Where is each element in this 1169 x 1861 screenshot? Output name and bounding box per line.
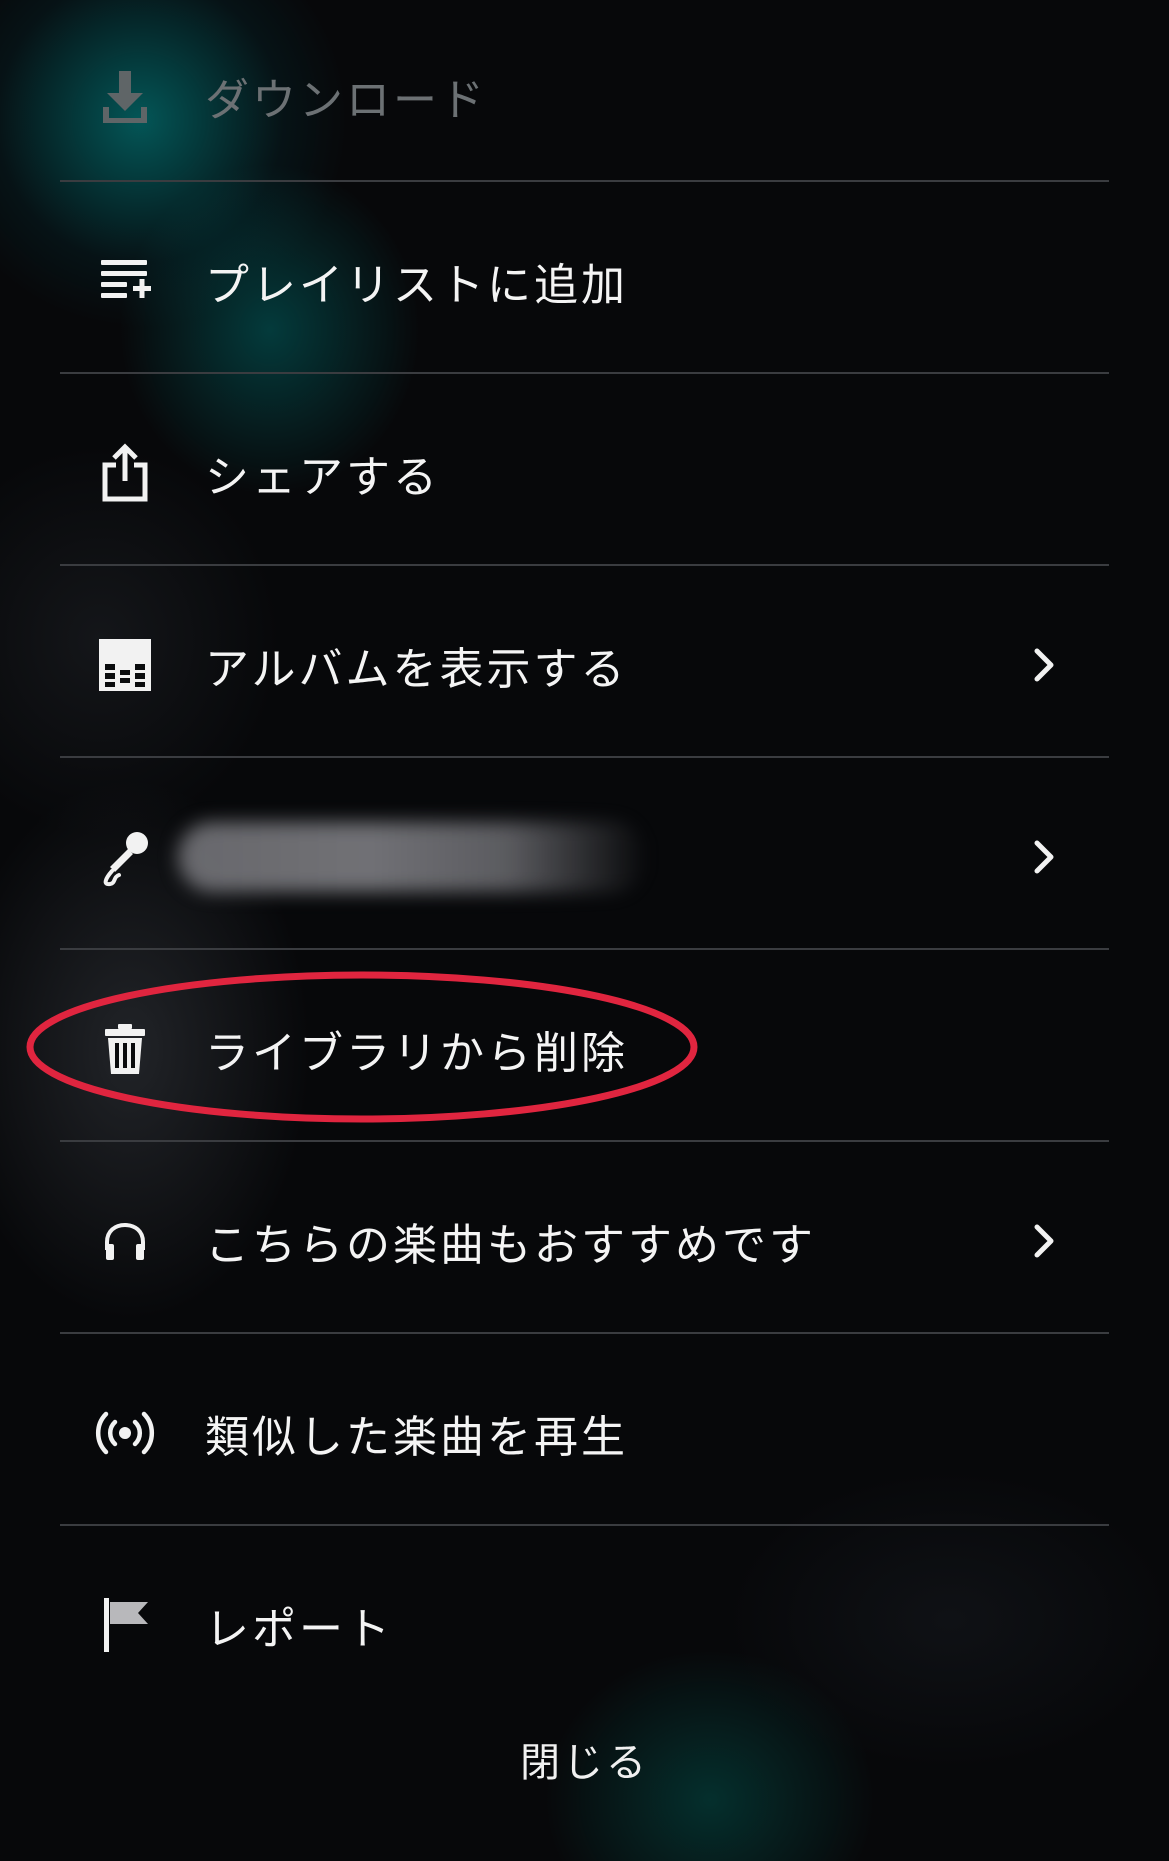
menu-item-label: アルバムを表示する: [205, 644, 628, 695]
menu-item-add-to-playlist[interactable]: プレイリストに追加: [0, 185, 1169, 377]
album-icon: [90, 630, 160, 700]
chevron-right-icon: [1034, 840, 1054, 874]
microphone-icon: [90, 822, 160, 892]
menu-item-download[interactable]: ダウンロード: [0, 0, 1169, 192]
headphones-icon: [90, 1206, 160, 1276]
divider: [60, 1332, 1109, 1334]
menu-item-recommendations[interactable]: こちらの楽曲もおすすめです: [0, 1145, 1169, 1337]
menu-item-artist[interactable]: [0, 761, 1169, 953]
divider: [60, 1140, 1109, 1142]
menu-item-label: レポート: [205, 1604, 393, 1655]
chevron-right-icon: [1034, 1224, 1054, 1258]
close-button[interactable]: 閉じる: [0, 1730, 1169, 1788]
chevron-right-icon: [1034, 648, 1054, 682]
trash-icon: [90, 1014, 160, 1084]
menu-item-share[interactable]: シェアする: [0, 377, 1169, 569]
divider: [60, 372, 1109, 374]
radio-broadcast-icon: [90, 1398, 160, 1468]
flag-icon: [90, 1590, 160, 1660]
menu-item-report[interactable]: レポート: [0, 1529, 1169, 1721]
context-menu-screen: ダウンロード プレイリストに追加 シェアする アルバムを表示する ライブラリから…: [0, 0, 1169, 1861]
menu-item-remove-from-library[interactable]: ライブラリから削除: [0, 953, 1169, 1145]
menu-item-label: こちらの楽曲もおすすめです: [205, 1220, 816, 1271]
share-icon: [90, 438, 160, 508]
menu-item-label: シェアする: [205, 452, 440, 503]
menu-item-label: 類似した楽曲を再生: [205, 1412, 628, 1463]
redacted-artist-name: [178, 822, 648, 892]
menu-item-play-similar[interactable]: 類似した楽曲を再生: [0, 1337, 1169, 1529]
menu-item-label: ライブラリから削除: [205, 1028, 628, 1079]
menu-item-label: プレイリストに追加: [205, 260, 628, 311]
add-to-playlist-icon: [90, 246, 160, 316]
divider: [60, 564, 1109, 566]
divider: [60, 948, 1109, 950]
menu-item-view-album[interactable]: アルバムを表示する: [0, 569, 1169, 761]
divider: [60, 180, 1109, 182]
divider: [60, 756, 1109, 758]
menu-item-label: ダウンロード: [205, 75, 487, 126]
download-icon: [90, 61, 160, 131]
divider: [60, 1524, 1109, 1526]
